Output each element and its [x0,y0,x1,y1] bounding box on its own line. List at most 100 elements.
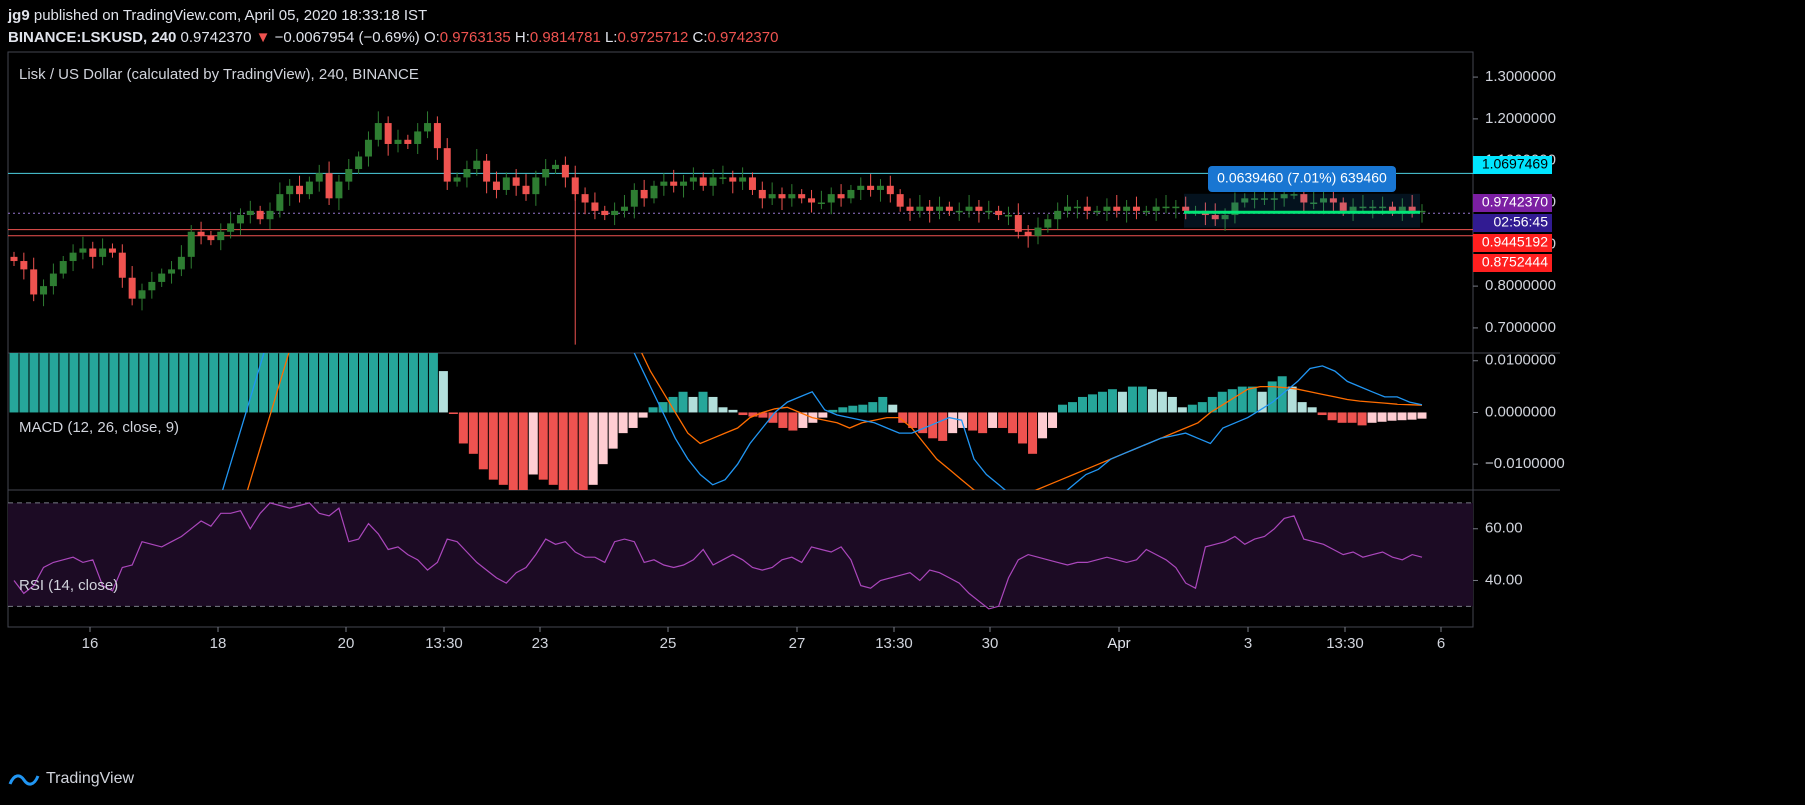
chart-canvas[interactable]: 0.0639460 (7.01%) 639460 1.3000000 1.20000… [0,0,1805,805]
macd-histogram-bar [309,353,319,413]
x-tick-label: Apr [1107,635,1130,652]
macd-histogram-bar [189,353,199,413]
candle [906,206,914,211]
macd-histogram-bar [1397,412,1407,421]
candle [532,177,540,195]
candle [808,198,816,203]
candle [1004,215,1012,217]
macd-histogram-bar [1117,391,1127,413]
macd-histogram-bar [648,407,658,413]
macd-histogram-bar [878,396,888,413]
macd-histogram-bar [1187,404,1197,413]
macd-histogram-bar [1127,386,1137,413]
macd-histogram-bar [678,391,688,413]
macd-histogram-bar [1107,389,1117,413]
macd-histogram-bar [398,353,408,413]
macd-histogram-bar [998,412,1008,428]
candle [305,181,313,195]
candle [49,273,57,287]
rsi-pane-title: RSI (14, close) [19,577,119,594]
macd-histogram-bar [1387,412,1397,421]
macd-histogram-bar [1067,402,1077,413]
macd-histogram-bar [1197,402,1207,413]
macd-histogram-bar [838,407,848,413]
macd-tick-label: 0.0000000 [1485,403,1556,420]
macd-histogram-bar [978,412,988,434]
candle [404,139,412,144]
price-tick-label: 1.2000000 [1485,110,1556,127]
candle [512,177,520,186]
macd-tick-label: 0.0100000 [1485,352,1556,369]
candle [561,164,569,178]
macd-histogram-bar [179,353,189,413]
macd-histogram-bar [438,371,448,413]
price-tag-label: 02:56:45 [1494,214,1549,230]
macd-histogram-bar [608,412,618,449]
candle [817,202,825,204]
tradingview-logo[interactable]: TradingView [8,770,134,788]
candle [197,231,205,236]
macd-histogram-bar [1367,412,1377,423]
candle [1024,231,1032,236]
macd-histogram-bar [498,412,508,485]
macd-histogram-bar [129,353,139,413]
macd-histogram-bar [339,353,349,413]
candle [502,177,510,190]
macd-histogram-bar [139,353,149,413]
macd-histogram-bar [588,412,598,485]
candle [827,194,835,203]
candle [680,181,688,186]
candle [335,181,343,199]
candle [1064,206,1072,211]
macd-histogram-bar [1137,386,1147,413]
candle [118,252,126,278]
macd-histogram-bar [229,353,239,413]
candle [689,177,697,182]
candle [1054,210,1062,220]
price-tick-label: 0.7000000 [1485,319,1556,336]
macd-histogram-bar [1167,396,1177,413]
candle [768,194,776,199]
macd-histogram-bar [378,353,388,413]
candle [926,206,934,211]
candle [748,177,756,190]
candle [798,194,806,199]
candle [227,223,235,232]
macd-histogram-bar [698,391,708,413]
macd-histogram-bar [1327,412,1337,421]
candle [256,210,264,220]
macd-histogram-bar [638,412,648,418]
macd-histogram-bar [1177,407,1187,413]
macd-histogram-bar [79,353,89,413]
candle [699,177,707,186]
macd-histogram-bar [1058,404,1068,413]
macd-histogram-bar [199,353,209,413]
candle [739,177,747,182]
macd-histogram-bar [448,412,458,415]
macd-histogram-bar [508,412,518,490]
macd-histogram-bar [728,409,738,413]
candle [601,210,609,216]
macd-histogram-bar [568,412,578,490]
candle [325,173,333,199]
macd-histogram-bar [368,353,378,413]
candle [345,169,353,182]
candle [916,206,924,211]
macd-histogram-bar [89,353,99,413]
macd-histogram-bar [219,353,229,413]
macd-histogram-bar [1038,412,1048,439]
macd-histogram-bar [239,353,249,413]
macd-histogram-bar [1087,394,1097,413]
candle [1152,206,1160,211]
macd-histogram-bar [9,353,19,413]
candle [30,269,38,295]
candle [729,177,737,182]
macd-histogram-bar [488,412,498,480]
candle [896,194,904,207]
candle [1034,227,1042,236]
candle [414,131,422,144]
macd-histogram-bar [289,353,299,413]
macd-histogram-bar [49,353,59,413]
candle [148,281,156,291]
price-tag-label: 0.9742370 [1482,194,1548,210]
